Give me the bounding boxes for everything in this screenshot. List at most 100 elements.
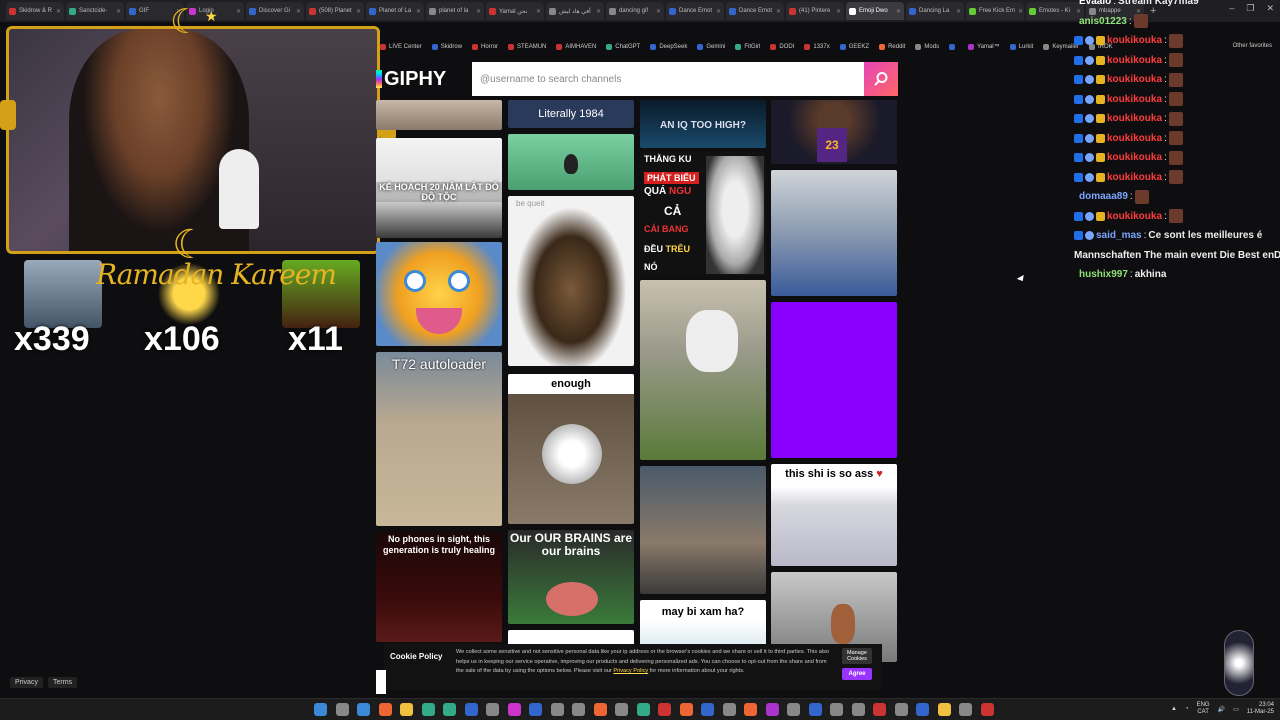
taskbar-app-icon[interactable] [744, 703, 757, 716]
gif-item[interactable] [771, 170, 897, 296]
gif-item[interactable] [376, 670, 386, 694]
chat-username[interactable]: koukikouka [1107, 94, 1162, 105]
tab-close-icon[interactable]: ✕ [656, 8, 661, 15]
taskbar-app-icon[interactable] [830, 703, 843, 716]
tab-close-icon[interactable]: ✕ [476, 8, 481, 15]
taskbar-app-icon[interactable] [980, 703, 994, 716]
tab-close-icon[interactable]: ✕ [596, 8, 601, 15]
bookmark-item[interactable]: LIVE Center [380, 44, 422, 50]
gif-item[interactable] [508, 134, 634, 190]
bookmark-item[interactable]: Mods [915, 44, 939, 50]
taskbar-app-icon[interactable] [722, 703, 736, 716]
taskbar-app-icon[interactable] [765, 703, 779, 716]
taskbar-app-icon[interactable] [421, 703, 435, 716]
bookmark-item[interactable]: Skidrow [431, 44, 462, 50]
tab-close-icon[interactable]: ✕ [296, 8, 301, 15]
terms-link[interactable]: Terms [48, 677, 78, 688]
gif-item[interactable]: KẾ HOẠCH 20 NĂM LẬT ĐỔ ĐỘ TỘC [376, 138, 502, 238]
taskbar-app-icon[interactable] [443, 703, 456, 716]
taskbar-app-icon[interactable] [787, 703, 800, 716]
chat-username[interactable]: koukikouka [1107, 35, 1162, 46]
chat-username[interactable]: koukikouka [1107, 152, 1162, 163]
taskbar-app-icon[interactable] [808, 703, 822, 716]
start-icon[interactable] [314, 703, 327, 716]
gif-item[interactable]: AN IQ TOO HIGH? [640, 100, 766, 148]
taskbar-app-icon[interactable] [679, 703, 693, 716]
browser-tab[interactable]: Planet of La ✕ [366, 2, 424, 20]
bookmark-item[interactable]: Gemini [697, 44, 725, 50]
bookmark-item[interactable]: FitGirl [735, 44, 760, 50]
tab-close-icon[interactable]: ✕ [536, 8, 541, 15]
browser-tab[interactable]: أفي هاد ليش ✕ [546, 2, 604, 20]
bookmark-item[interactable]: ChatGPT [606, 44, 640, 50]
browser-tab[interactable]: Sanctcide- ✕ [66, 2, 124, 20]
bookmark-item[interactable]: GEEKZ [839, 44, 869, 50]
chevron-up-icon[interactable]: ▲ [1171, 706, 1177, 712]
browser-tab[interactable]: dancing gif ✕ [606, 2, 664, 20]
chat-username[interactable]: koukikouka [1107, 172, 1162, 183]
gif-item[interactable]: Our OUR BRAINS are our brains [508, 530, 634, 624]
chat-username[interactable]: koukikouka [1107, 55, 1162, 66]
bookmark-item[interactable]: DeepSeek [650, 44, 687, 50]
manage-cookies-button[interactable]: Manage Cookies [842, 648, 872, 664]
browser-tab[interactable]: (508) Planet ✕ [306, 2, 364, 20]
tab-close-icon[interactable]: ✕ [896, 8, 901, 15]
clock[interactable]: 23:04 11-Mar-25 [1247, 702, 1274, 716]
browser-tab[interactable]: Yamal نحن ✕ [486, 2, 544, 20]
taskbar-app-icon[interactable] [701, 703, 714, 716]
chat-username[interactable]: koukikouka [1107, 211, 1162, 222]
bookmark-item[interactable]: Horror [472, 44, 498, 50]
tab-close-icon[interactable]: ✕ [416, 8, 421, 15]
browser-tab[interactable]: planet of la ✕ [426, 2, 484, 20]
taskbar-app-icon[interactable] [916, 703, 929, 716]
gif-item[interactable]: Literally 1984 [508, 100, 634, 128]
bookmark-item[interactable]: DODI [770, 44, 794, 50]
chat-username[interactable]: koukikouka [1107, 133, 1162, 144]
gif-item[interactable]: enough [508, 374, 634, 524]
gif-item[interactable]: THẰNG KU PHÁT BIỂU QUÁ NGU CẢ CÁI BANG Đ… [640, 152, 766, 276]
giphy-logo[interactable]: GIPHY [376, 68, 472, 91]
taskbar-app-icon[interactable] [873, 703, 886, 716]
wifi-icon[interactable]: ◔ [1185, 706, 1189, 712]
bookmark-item[interactable] [949, 44, 958, 50]
gif-item[interactable]: may bi xam ha? [640, 600, 766, 650]
taskbar-app-icon[interactable] [464, 703, 478, 716]
tab-close-icon[interactable]: ✕ [776, 8, 781, 15]
taskbar-app-icon[interactable] [550, 703, 564, 716]
taskbar-app-icon[interactable] [851, 703, 865, 716]
bookmark-item[interactable]: Reddit [879, 44, 905, 50]
browser-tab[interactable]: Discover Gi ✕ [246, 2, 304, 20]
browser-tab[interactable]: Free Kick Em ✕ [966, 2, 1024, 20]
search-icon[interactable] [335, 703, 349, 716]
taskbar-app-icon[interactable] [486, 703, 499, 716]
taskbar-app-icon[interactable] [937, 703, 951, 716]
chat-username[interactable]: Evaalo [1079, 0, 1111, 7]
gif-item[interactable]: T72 autoloader [376, 352, 502, 526]
search-input[interactable] [472, 62, 864, 96]
taskbar-app-icon[interactable] [593, 703, 607, 716]
tab-close-icon[interactable]: ✕ [116, 8, 121, 15]
tab-close-icon[interactable]: ✕ [356, 8, 361, 15]
gif-item[interactable] [771, 302, 897, 458]
taskbar-app-icon[interactable] [615, 703, 628, 716]
gif-item[interactable]: 23 [771, 100, 897, 164]
gif-item[interactable] [640, 280, 766, 460]
browser-tab[interactable]: Dance Emot ✕ [666, 2, 724, 20]
browser-tab[interactable]: (41) Pintere ✕ [786, 2, 844, 20]
taskbar-app-icon[interactable] [572, 703, 585, 716]
tab-close-icon[interactable]: ✕ [1018, 8, 1023, 15]
chat-username[interactable]: said_mas [1096, 230, 1142, 241]
bookmark-item[interactable]: Yamal™ [968, 44, 1000, 50]
battery-icon[interactable]: ▭ [1233, 706, 1239, 713]
browser-tab[interactable]: Dancing La ✕ [906, 2, 964, 20]
search-button[interactable] [864, 62, 898, 96]
bookmark-item[interactable]: Lurkit [1009, 44, 1033, 50]
chat-username[interactable]: koukikouka [1107, 113, 1162, 124]
taskbar-app-icon[interactable] [636, 703, 650, 716]
taskbar-app-icon[interactable] [507, 703, 521, 716]
gif-item[interactable] [376, 242, 502, 346]
taskbar-app-icon[interactable] [959, 703, 972, 716]
taskbar-app-icon[interactable] [658, 703, 671, 716]
gif-item[interactable]: No phones in sight, this generation is t… [376, 532, 502, 642]
tab-close-icon[interactable]: ✕ [956, 8, 961, 15]
